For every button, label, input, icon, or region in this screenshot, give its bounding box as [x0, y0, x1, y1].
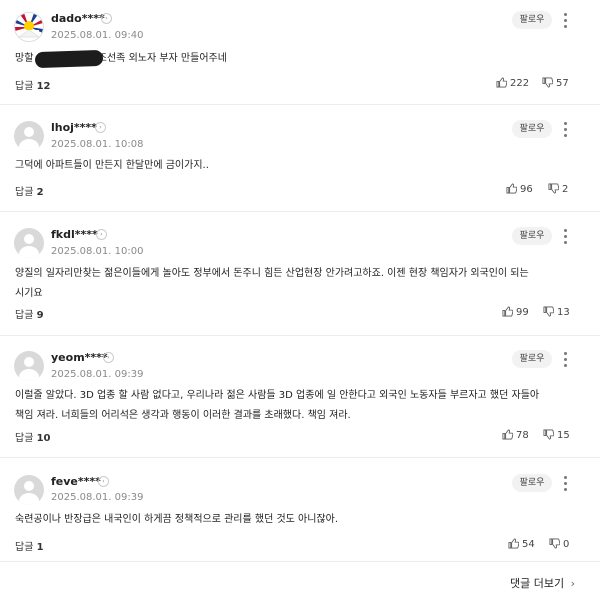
like-button[interactable]: 99 — [502, 306, 529, 318]
like-count: 222 — [510, 78, 530, 89]
reply-count: 10 — [36, 433, 51, 444]
reply-label: 답글 — [15, 542, 34, 553]
comment-date: 2025.08.01. 09:39 — [51, 369, 144, 380]
comment-item: yeom**** › 2025.08.01. 09:39 팔로우 이럴줄 알았다… — [0, 336, 600, 458]
dislike-count: 15 — [557, 430, 570, 441]
thumbs-down-icon — [548, 183, 559, 194]
reply-link[interactable]: 답글 10 — [15, 429, 51, 444]
comment-date: 2025.08.01. 09:40 — [51, 30, 144, 41]
thumbs-up-icon — [508, 538, 519, 549]
follow-button[interactable]: 팔로우 — [512, 120, 552, 138]
like-count: 54 — [522, 539, 535, 550]
more-options-icon[interactable] — [560, 228, 570, 244]
like-count: 96 — [520, 184, 533, 195]
chevron-right-icon[interactable]: › — [95, 122, 106, 133]
reply-label: 답글 — [15, 81, 34, 92]
username[interactable]: lhoj**** — [51, 121, 97, 134]
avatar[interactable] — [14, 12, 44, 42]
avatar[interactable] — [14, 351, 44, 381]
more-comments-label: 댓글 더보기 — [510, 577, 565, 590]
chevron-right-icon[interactable]: › — [103, 352, 114, 363]
comment-text: 그덕에 아파트들이 만든지 한달만에 금이가지.. — [15, 160, 209, 171]
comment-date: 2025.08.01. 10:00 — [51, 246, 144, 257]
dislike-count: 13 — [557, 307, 570, 318]
reply-label: 답글 — [15, 187, 34, 198]
comment-text-line: 양질의 일자리만찾는 젊은이들에게 놀아도 정부에서 돈주니 힘든 산업현장 안… — [15, 268, 529, 279]
like-button[interactable]: 54 — [508, 538, 535, 550]
dislike-count: 2 — [562, 184, 569, 195]
avatar[interactable] — [14, 228, 44, 258]
thumbs-up-icon — [502, 429, 513, 440]
comment-text: 이럴줄 알았다. 3D 업종 할 사람 없다고, 우리나라 젊은 사람들 3D … — [15, 386, 585, 426]
dislike-button[interactable]: 2 — [548, 183, 568, 195]
comment-item: dado**** › 2025.08.01. 09:40 팔로우 망할 이 조선족… — [0, 0, 600, 105]
dislike-button[interactable]: 0 — [549, 538, 569, 550]
more-comments-link[interactable]: 댓글 더보기 › — [510, 575, 575, 591]
flag-avatar-icon — [15, 13, 43, 41]
comment-text: 양질의 일자리만찾는 젊은이들에게 놀아도 정부에서 돈주니 힘든 산업현장 안… — [15, 264, 585, 304]
reply-link[interactable]: 답글 2 — [15, 183, 44, 198]
dislike-button[interactable]: 57 — [542, 77, 569, 89]
reply-link[interactable]: 답글 12 — [15, 77, 51, 92]
username[interactable]: dado**** — [51, 12, 105, 25]
like-button[interactable]: 78 — [502, 429, 529, 441]
comment-text: 숙련공이나 반장급은 내국인이 하게끔 정책적으로 관리를 했던 것도 아니잖아… — [15, 514, 339, 525]
comment-text-main: 이 조선족 외노자 부자 만들어주네 — [85, 53, 227, 64]
like-button[interactable]: 222 — [496, 77, 529, 89]
dislike-button[interactable]: 13 — [543, 306, 570, 318]
comment-text-prefix: 망할 — [15, 53, 34, 64]
chevron-right-icon[interactable]: › — [98, 476, 109, 487]
dislike-button[interactable]: 15 — [543, 429, 570, 441]
dislike-count: 57 — [556, 78, 569, 89]
comment-text-line: 책임 져라. 너희들의 어리석은 생각과 행동이 이러한 결과를 초래했다. 책… — [15, 410, 351, 421]
more-options-icon[interactable] — [560, 351, 570, 367]
more-options-icon[interactable] — [560, 121, 570, 137]
username[interactable]: yeom**** — [51, 351, 108, 364]
thumbs-up-icon — [506, 183, 517, 194]
dislike-count: 0 — [563, 539, 570, 550]
reply-count: 12 — [36, 81, 51, 92]
thumbs-down-icon — [543, 306, 554, 317]
comment-item: fkdl**** › 2025.08.01. 10:00 팔로우 양질의 일자리… — [0, 212, 600, 336]
reply-link[interactable]: 답글 1 — [15, 538, 44, 553]
thumbs-down-icon — [542, 77, 553, 88]
thumbs-down-icon — [543, 429, 554, 440]
follow-button[interactable]: 팔로우 — [512, 227, 552, 245]
redaction-mark — [34, 49, 104, 69]
avatar[interactable] — [14, 475, 44, 505]
chevron-right-icon[interactable]: › — [96, 229, 107, 240]
more-options-icon[interactable] — [560, 475, 570, 491]
like-count: 99 — [516, 307, 529, 318]
reply-link[interactable]: 답글 9 — [15, 306, 44, 321]
comment-item: feve**** › 2025.08.01. 09:39 팔로우 숙련공이나 반… — [0, 458, 600, 562]
thumbs-up-icon — [502, 306, 513, 317]
like-button[interactable]: 96 — [506, 183, 533, 195]
follow-button[interactable]: 팔로우 — [512, 11, 552, 29]
follow-button[interactable]: 팔로우 — [512, 474, 552, 492]
follow-button[interactable]: 팔로우 — [512, 350, 552, 368]
comment-date: 2025.08.01. 09:39 — [51, 492, 144, 503]
more-options-icon[interactable] — [560, 12, 570, 28]
reply-label: 답글 — [15, 310, 34, 321]
reply-count: 2 — [36, 187, 44, 198]
chevron-right-icon[interactable]: › — [101, 13, 112, 24]
comment-text-line: 시기요 — [15, 288, 43, 299]
thumbs-down-icon — [549, 538, 560, 549]
username[interactable]: fkdl**** — [51, 228, 98, 241]
avatar[interactable] — [14, 121, 44, 151]
reply-label: 답글 — [15, 433, 34, 444]
thumbs-up-icon — [496, 77, 507, 88]
comment-text-line: 이럴줄 알았다. 3D 업종 할 사람 없다고, 우리나라 젊은 사람들 3D … — [15, 390, 540, 401]
username[interactable]: feve**** — [51, 475, 101, 488]
reply-count: 1 — [36, 542, 44, 553]
chevron-right-icon: › — [570, 577, 576, 590]
like-count: 78 — [516, 430, 529, 441]
comment-date: 2025.08.01. 10:08 — [51, 139, 144, 150]
comment-item: lhoj**** › 2025.08.01. 10:08 팔로우 그덕에 아파트… — [0, 105, 600, 212]
reply-count: 9 — [36, 310, 44, 321]
